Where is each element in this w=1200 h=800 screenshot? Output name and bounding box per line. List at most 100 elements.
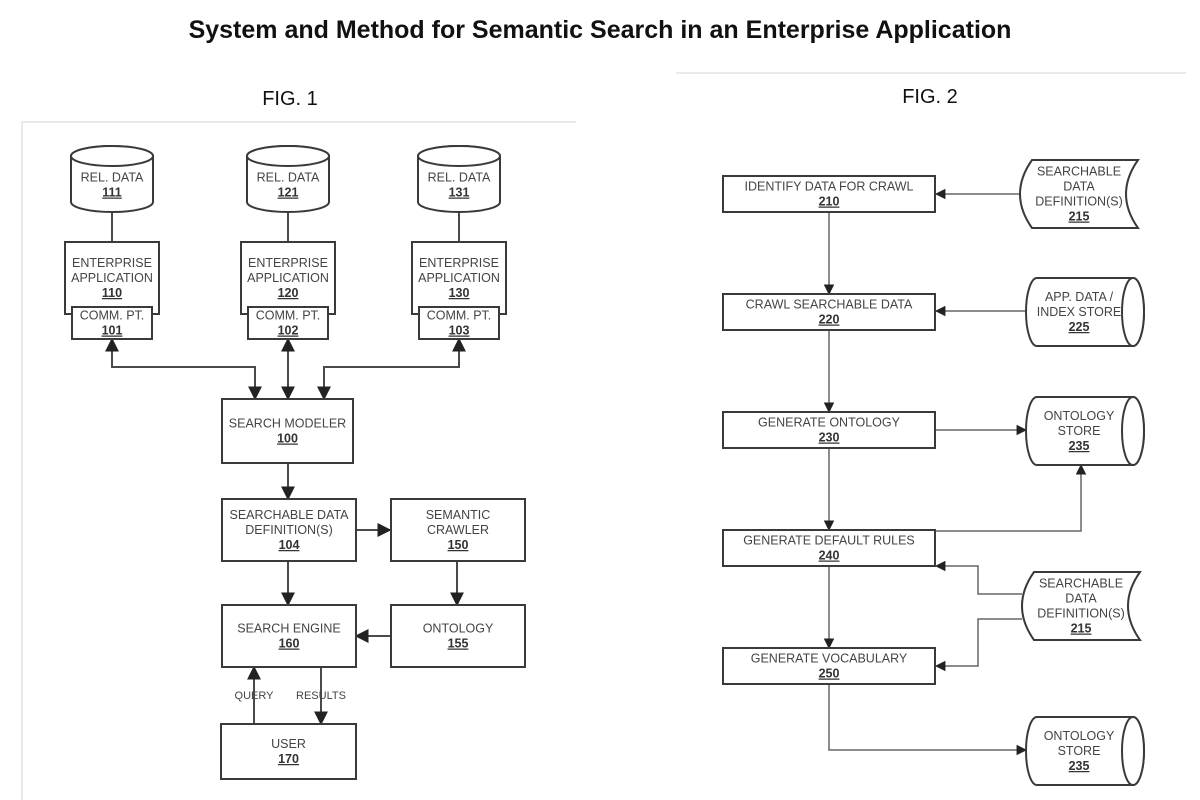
node-number: 131 [449, 186, 470, 200]
ontology-store-235-top-end [1121, 396, 1145, 466]
node-label: GENERATE ONTOLOGY [758, 416, 901, 430]
searchable-data-definitions-215-bottom: SEARCHABLEDATADEFINITION(S)215 [1021, 571, 1142, 641]
search-engine: SEARCH ENGINE160 [221, 604, 357, 668]
node-label: ONTOLOGY [1044, 409, 1115, 423]
rel-data-111: REL. DATA111 [70, 145, 154, 213]
node-label: COMM. PT. [256, 309, 321, 323]
node-label: APPLICATION [71, 271, 153, 285]
node-number: 235 [1069, 759, 1090, 773]
results-label: RESULTS [296, 690, 346, 702]
node-label: REL. DATA [81, 171, 144, 185]
node-label: ONTOLOGY [423, 622, 494, 636]
connector-arrow [105, 337, 262, 401]
node-label: STORE [1058, 424, 1101, 438]
rel-data-111-cylinder-top [70, 145, 154, 167]
node-label: COMM. PT. [427, 309, 492, 323]
node-number: 220 [819, 313, 840, 327]
node-number: 235 [1069, 439, 1090, 453]
node-number: 230 [819, 431, 840, 445]
node-label: SEARCH MODELER [229, 417, 346, 431]
node-number: 160 [279, 637, 300, 651]
node-number: 215 [1069, 210, 1090, 224]
node-label: SEARCHABLE [1037, 165, 1121, 179]
step-220: CRAWL SEARCHABLE DATA220 [722, 293, 936, 331]
step-230: GENERATE ONTOLOGY230 [722, 411, 936, 449]
node-label: ENTERPRISE [72, 256, 152, 270]
node-number: 111 [102, 186, 122, 200]
connector-arrow [934, 618, 1022, 672]
node-label: APPLICATION [418, 271, 500, 285]
node-number: 150 [448, 538, 469, 552]
node-number: 101 [102, 324, 123, 338]
connector-arrow [935, 463, 1087, 532]
node-label: ENTERPRISE [419, 256, 499, 270]
enterprise-app-110: ENTERPRISEAPPLICATION110 [64, 241, 160, 315]
node-number: 104 [279, 538, 300, 552]
node-label: SEARCHABLE DATA [229, 508, 349, 522]
node-number: 102 [278, 324, 299, 338]
node-number: 100 [277, 432, 298, 446]
node-label: ONTOLOGY [1044, 729, 1115, 743]
node-number: 103 [449, 324, 470, 338]
node-number: 121 [278, 186, 299, 200]
node-label: SEMANTIC [426, 508, 491, 522]
query-label: QUERY [235, 690, 275, 702]
step-240: GENERATE DEFAULT RULES240 [722, 529, 936, 567]
node-label: DEFINITION(S) [1037, 607, 1125, 621]
rel-data-131: REL. DATA131 [417, 145, 501, 213]
enterprise-app-130: ENTERPRISEAPPLICATION130 [411, 241, 507, 315]
node-label: SEARCHABLE [1039, 577, 1123, 591]
node-label: CRAWL SEARCHABLE DATA [746, 298, 913, 312]
node-label: DATA [1065, 592, 1097, 606]
node-number: 215 [1071, 622, 1092, 636]
comm-point-101: COMM. PT.101 [71, 306, 153, 340]
node-label: DATA [1063, 180, 1095, 194]
step-250: GENERATE VOCABULARY250 [722, 647, 936, 685]
node-label: STORE [1058, 744, 1101, 758]
node-label: DEFINITION(S) [1035, 195, 1123, 209]
searchable-data-definitions: SEARCHABLE DATADEFINITION(S)104 [221, 498, 357, 562]
node-number: 225 [1069, 320, 1090, 334]
node-number: 170 [278, 752, 299, 766]
node-label: COMM. PT. [80, 309, 145, 323]
node-label: ENTERPRISE [248, 256, 328, 270]
rel-data-121-cylinder-top [246, 145, 330, 167]
rel-data-121: REL. DATA121 [246, 145, 330, 213]
node-label: IDENTIFY DATA FOR CRAWL [745, 180, 914, 194]
searchable-data-definitions-215-top: SEARCHABLEDATADEFINITION(S)215 [1019, 159, 1140, 229]
connector-arrow [934, 560, 1022, 595]
ontology-store-235-top: ONTOLOGYSTORE235 [1025, 396, 1145, 466]
node-label: GENERATE VOCABULARY [751, 652, 908, 666]
node-label: GENERATE DEFAULT RULES [743, 534, 915, 548]
node-label: SEARCH ENGINE [237, 622, 341, 636]
ontology: ONTOLOGY155 [390, 604, 526, 668]
node-label: REL. DATA [257, 171, 320, 185]
connector-arrow [828, 684, 1028, 756]
node-number: 240 [819, 549, 840, 563]
node-number: 210 [819, 195, 840, 209]
semantic-crawler: SEMANTICCRAWLER150 [390, 498, 526, 562]
ontology-store-235-bottom: ONTOLOGYSTORE235 [1025, 716, 1145, 786]
comm-point-102: COMM. PT.102 [247, 306, 329, 340]
node-label: DEFINITION(S) [245, 523, 333, 537]
node-label: REL. DATA [428, 171, 491, 185]
connector-arrow [317, 337, 466, 401]
node-label: CRAWLER [427, 523, 489, 537]
node-number: 130 [449, 286, 470, 300]
search-modeler: SEARCH MODELER100 [221, 398, 354, 464]
user: USER170 [220, 723, 357, 780]
app-data-index-store-225-end [1121, 277, 1145, 347]
enterprise-app-120: ENTERPRISEAPPLICATION120 [240, 241, 336, 315]
node-label: APPLICATION [247, 271, 329, 285]
rel-data-131-cylinder-top [417, 145, 501, 167]
app-data-index-store-225: APP. DATA /INDEX STORE225 [1025, 277, 1145, 347]
node-label: APP. DATA / [1045, 290, 1114, 304]
node-label: USER [271, 737, 306, 751]
ontology-store-235-bottom-end [1121, 716, 1145, 786]
diagram-canvas: REL. DATA111ENTERPRISEAPPLICATION110COMM… [21, 72, 1186, 800]
node-label: INDEX STORE [1037, 305, 1122, 319]
comm-point-103: COMM. PT.103 [418, 306, 500, 340]
node-number: 155 [448, 637, 469, 651]
node-number: 250 [819, 667, 840, 681]
node-number: 120 [278, 286, 299, 300]
